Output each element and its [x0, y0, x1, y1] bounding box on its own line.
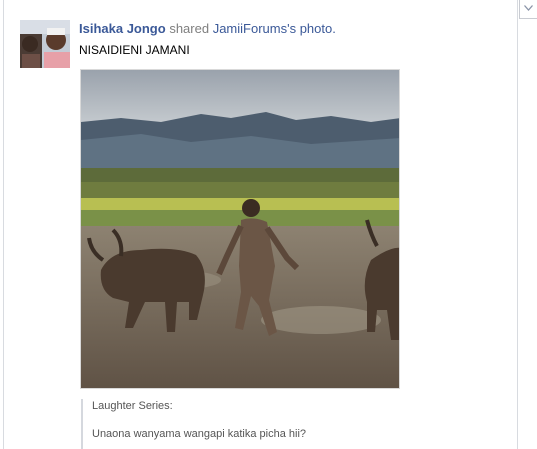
status-message: NISAIDIENI JAMANI	[79, 43, 190, 57]
photo-caption-quote: Laughter Series: Unaona wanyama wangapi …	[81, 399, 390, 449]
shared-photo-link[interactable]: JamiiForums's photo.	[213, 21, 336, 36]
story-options-button[interactable]	[519, 0, 537, 19]
avatar[interactable]	[20, 20, 70, 68]
story-header: Isihaka Jongo shared JamiiForums's photo…	[79, 21, 336, 37]
caption-line-1: Laughter Series:	[92, 400, 173, 412]
story-verb: shared	[169, 21, 210, 36]
shared-photo[interactable]	[80, 69, 400, 389]
chevron-down-icon	[524, 5, 533, 11]
author-link[interactable]: Isihaka Jongo	[79, 21, 166, 36]
caption-line-2: Unaona wanyama wangapi katika picha hii?	[92, 428, 307, 440]
